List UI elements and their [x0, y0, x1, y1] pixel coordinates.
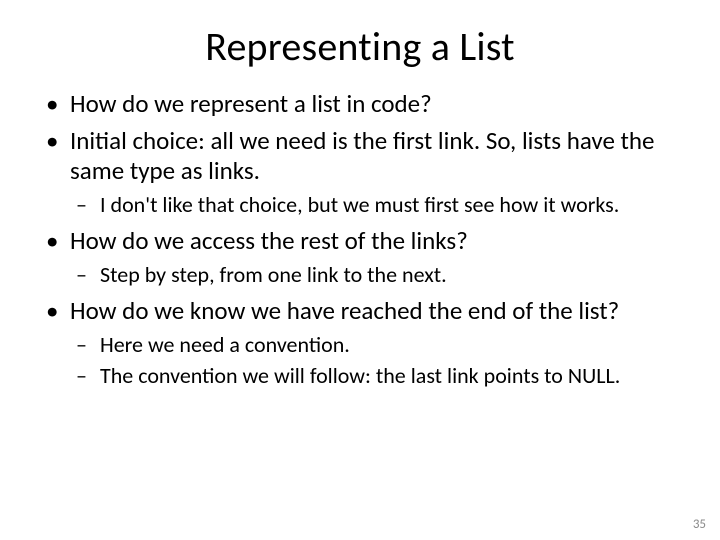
page-number: 35 [693, 517, 706, 532]
sub-bullet-item: Step by step, from one link to the next. [70, 261, 678, 289]
bullet-text: How do we represent a list in code? [70, 88, 432, 119]
bullet-text: Initial choice: all we need is the first… [70, 125, 655, 187]
sub-bullet-text: The convention we will follow: the last … [100, 362, 620, 389]
slide-body: How do we represent a list in code? Init… [0, 89, 720, 390]
sub-bullet-list: Step by step, from one link to the next. [70, 261, 678, 289]
sub-bullet-text: Step by step, from one link to the next. [100, 261, 447, 288]
sub-bullet-item: The convention we will follow: the last … [70, 362, 678, 390]
sub-bullet-item: Here we need a convention. [70, 331, 678, 359]
sub-bullet-text: Here we need a convention. [100, 331, 350, 358]
bullet-list: How do we represent a list in code? Init… [42, 89, 678, 390]
slide: Representing a List How do we represent … [0, 0, 720, 540]
sub-bullet-list: I don't like that choice, but we must fi… [70, 191, 678, 219]
bullet-text: How do we know we have reached the end o… [70, 295, 619, 326]
sub-bullet-text: I don't like that choice, but we must fi… [100, 191, 619, 218]
sub-bullet-list: Here we need a convention. The conventio… [70, 331, 678, 390]
bullet-item: How do we know we have reached the end o… [42, 296, 678, 390]
bullet-item: How do we access the rest of the links? … [42, 226, 678, 288]
bullet-text: How do we access the rest of the links? [70, 225, 468, 256]
slide-title: Representing a List [0, 0, 720, 89]
bullet-item: Initial choice: all we need is the first… [42, 126, 678, 219]
sub-bullet-item: I don't like that choice, but we must fi… [70, 191, 678, 219]
bullet-item: How do we represent a list in code? [42, 89, 678, 120]
